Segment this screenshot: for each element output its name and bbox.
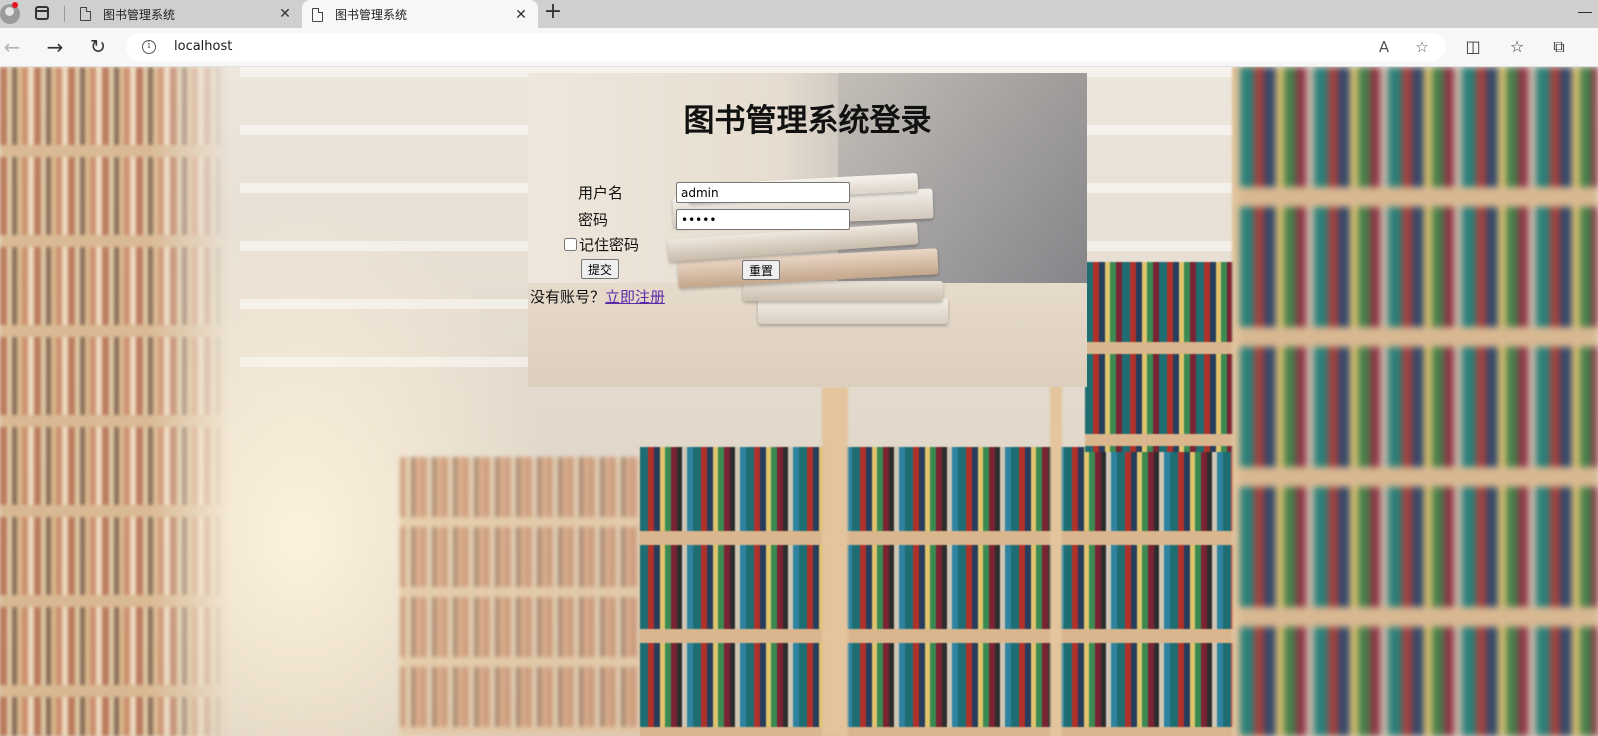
bookshelf-left xyxy=(0,67,230,736)
address-bar[interactable]: i localhost A ☆ xyxy=(126,33,1446,61)
register-prompt-text: 没有账号？ xyxy=(530,288,606,306)
browser-toolbar: ← → ↻ i localhost A ☆ ◫ ☆ ⧉ xyxy=(0,28,1598,67)
tab-actions-icon[interactable] xyxy=(35,6,49,20)
login-title: 图书管理系统登录 xyxy=(683,103,932,139)
site-info-icon[interactable]: i xyxy=(142,40,156,54)
favorite-star-icon[interactable]: ☆ xyxy=(1412,37,1432,57)
reload-icon[interactable]: ↻ xyxy=(83,32,113,62)
password-input[interactable] xyxy=(676,209,850,230)
remember-password-checkbox[interactable] xyxy=(564,238,577,251)
login-panel: 图书管理系统登录 用户名 密码 记住密码 提交 重置 没有账号？立即注册 xyxy=(528,73,1087,387)
back-arrow-icon[interactable]: ← xyxy=(0,32,27,62)
tab-title: 图书管理系统 xyxy=(335,8,408,22)
notification-dot xyxy=(12,2,18,8)
reset-button[interactable]: 重置 xyxy=(742,260,781,280)
close-tab-icon[interactable]: ✕ xyxy=(512,7,530,23)
tab-separator xyxy=(64,6,65,22)
bookshelf-right xyxy=(1240,67,1598,736)
remember-password-label: 记住密码 xyxy=(579,236,640,254)
favorites-list-icon[interactable]: ☆ xyxy=(1507,37,1527,57)
read-aloud-icon[interactable]: A xyxy=(1374,37,1394,57)
collections-icon[interactable]: ⧉ xyxy=(1549,37,1569,57)
username-label: 用户名 xyxy=(578,184,624,202)
shelf-post xyxy=(822,387,848,736)
forward-arrow-icon[interactable]: → xyxy=(40,32,70,62)
tab-title: 图书管理系统 xyxy=(103,7,176,22)
register-prompt: 没有账号？立即注册 xyxy=(530,286,665,307)
bookshelf-middle xyxy=(400,457,645,736)
password-label: 密码 xyxy=(578,211,609,229)
close-tab-icon[interactable]: ✕ xyxy=(276,6,294,22)
browser-tab-bar: 图书管理系统 ✕ 图书管理系统 ✕ + xyxy=(0,0,1598,29)
minimize-window-icon[interactable] xyxy=(1578,12,1592,13)
browser-tab-active[interactable]: 图书管理系统 ✕ xyxy=(302,0,538,29)
split-screen-icon[interactable]: ◫ xyxy=(1463,37,1483,57)
username-input[interactable] xyxy=(676,182,850,203)
page-icon xyxy=(312,7,323,22)
book-stack-image xyxy=(743,281,943,301)
book-stack-image xyxy=(758,298,948,324)
page-icon xyxy=(80,7,91,21)
new-tab-icon[interactable]: + xyxy=(542,1,564,24)
bookshelf-center xyxy=(640,447,1240,736)
register-link[interactable]: 立即注册 xyxy=(605,288,665,306)
bookshelf-center-upper xyxy=(1085,262,1240,452)
submit-button[interactable]: 提交 xyxy=(581,259,620,279)
browser-tab[interactable]: 图书管理系统 ✕ xyxy=(70,0,302,28)
url-text[interactable]: localhost xyxy=(174,39,232,54)
